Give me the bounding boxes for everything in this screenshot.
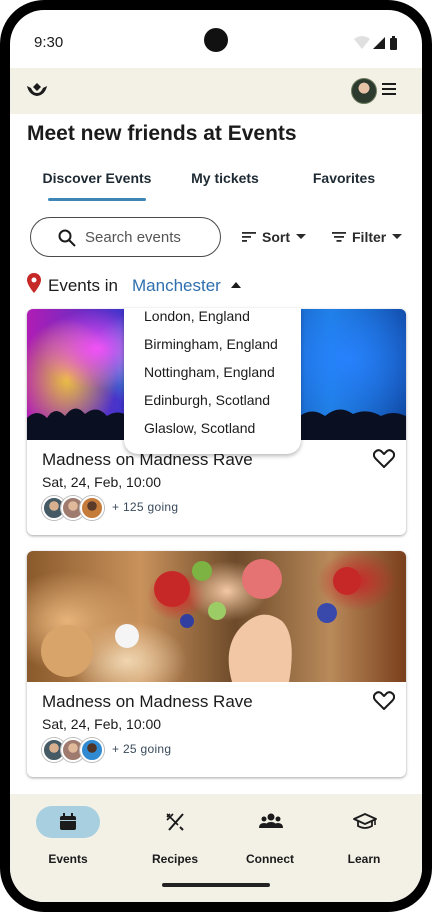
attendee-avatar xyxy=(80,496,104,520)
event-date: Sat, 24, Feb, 10:00 xyxy=(42,716,162,732)
people-icon xyxy=(259,813,283,828)
tab-my-tickets[interactable]: My tickets xyxy=(172,170,278,186)
dropdown-option-birmingham[interactable]: Birmingham, England xyxy=(144,336,278,352)
location-select[interactable]: Manchester xyxy=(132,276,241,296)
chevron-down-icon xyxy=(392,234,403,239)
events-in-label: Events in xyxy=(48,276,118,295)
dropdown-option-london[interactable]: London, England xyxy=(144,308,250,324)
wifi-icon xyxy=(354,36,370,49)
food-platter-illustration xyxy=(41,559,361,682)
active-tab-indicator xyxy=(48,198,146,201)
tab-discover-events[interactable]: Discover Events xyxy=(30,170,164,186)
attendee-avatar xyxy=(80,738,104,762)
nav-item-connect[interactable]: Connect xyxy=(222,794,325,866)
nav-label-learn: Learn xyxy=(347,852,381,866)
dropdown-option-glaslow[interactable]: Glaslow, Scotland xyxy=(144,420,255,436)
search-icon xyxy=(58,229,76,247)
user-avatar[interactable] xyxy=(351,78,377,104)
battery-icon xyxy=(390,38,397,50)
status-icons xyxy=(354,36,397,50)
tab-favorites[interactable]: Favorites xyxy=(294,170,394,186)
calendar-icon xyxy=(60,813,76,830)
event-image xyxy=(27,551,406,682)
menu-icon[interactable] xyxy=(382,82,396,96)
nav-item-recipes[interactable]: Recipes xyxy=(127,794,230,866)
app-bar xyxy=(10,68,422,114)
location-pin-icon xyxy=(27,273,41,293)
location-dropdown: London, England Birmingham, England Nott… xyxy=(124,308,301,454)
phone-frame: 9:30 Meet new friends at Events Discover… xyxy=(0,0,432,912)
selected-location: Manchester xyxy=(132,276,221,295)
nav-item-events[interactable]: Events xyxy=(20,794,123,866)
going-count: + 125 going xyxy=(112,500,179,514)
event-card[interactable]: Madness on Madness Rave Sat, 24, Feb, 10… xyxy=(27,551,406,777)
status-bar: 9:30 xyxy=(10,10,422,68)
nav-label-connect: Connect xyxy=(246,852,294,866)
filter-label: Filter xyxy=(352,229,387,245)
sort-label: Sort xyxy=(262,229,290,245)
graduation-cap-icon xyxy=(353,813,377,829)
search-placeholder: Search events xyxy=(85,229,181,246)
camera-cutout xyxy=(204,28,228,52)
nav-label-events: Events xyxy=(48,852,88,866)
screen: 9:30 Meet new friends at Events Discover… xyxy=(10,10,422,902)
nav-label-recipes: Recipes xyxy=(151,852,199,866)
event-title: Madness on Madness Rave xyxy=(42,692,253,711)
filter-icon xyxy=(332,232,346,242)
chevron-down-icon xyxy=(296,234,306,239)
chevron-up-icon xyxy=(230,282,241,288)
dropdown-option-nottingham[interactable]: Nottingham, England xyxy=(144,364,275,380)
event-date: Sat, 24, Feb, 10:00 xyxy=(42,474,162,490)
sort-icon xyxy=(242,232,256,242)
utensils-icon xyxy=(166,813,184,831)
filter-button[interactable]: Filter xyxy=(332,229,403,247)
status-time: 9:30 xyxy=(34,34,64,51)
nav-item-learn[interactable]: Learn xyxy=(316,794,419,866)
home-indicator[interactable] xyxy=(162,883,270,887)
dropdown-option-edinburgh[interactable]: Edinburgh, Scotland xyxy=(144,392,270,408)
app-logo-icon[interactable] xyxy=(26,80,48,98)
signal-icon xyxy=(373,37,385,49)
page-title: Meet new friends at Events xyxy=(27,122,297,145)
sort-button[interactable]: Sort xyxy=(242,229,306,247)
heart-icon[interactable] xyxy=(373,691,395,711)
going-count: + 25 going xyxy=(112,742,172,756)
heart-icon[interactable] xyxy=(373,449,395,469)
search-input[interactable]: Search events xyxy=(30,217,221,257)
